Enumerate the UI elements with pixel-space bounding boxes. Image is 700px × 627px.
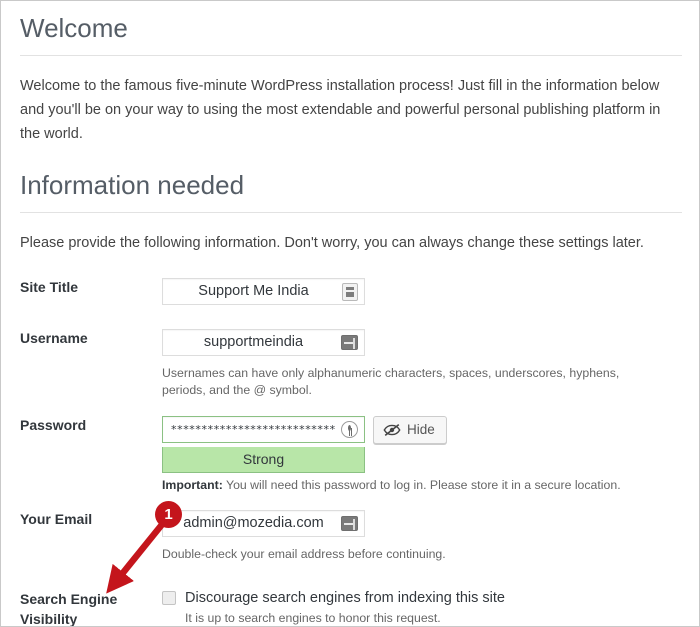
username-helper: Usernames can have only alphanumeric cha… — [162, 366, 620, 397]
form-row-password: Password **************************** St… — [20, 416, 682, 494]
password-strength-indicator: Strong — [162, 447, 365, 473]
email-label: Your Email — [20, 511, 93, 527]
site-title-input[interactable]: Support Me India — [162, 278, 365, 305]
password-field-group: **************************** Strong — [162, 416, 365, 473]
email-helper: Double-check your email address before c… — [162, 547, 446, 561]
username-input[interactable]: supportmeindia — [162, 329, 365, 356]
search-visibility-label: Search Engine Visibility — [20, 591, 118, 627]
form-row-spacer-1 — [20, 310, 682, 329]
username-value: supportmeindia — [203, 334, 304, 350]
form-row-spacer-4 — [20, 563, 682, 589]
password-helper-text: You will need this password to log in. P… — [222, 478, 621, 492]
autofill-doc-icon[interactable] — [342, 283, 358, 301]
hide-password-label: Hide — [407, 422, 435, 437]
eye-slash-icon — [383, 423, 401, 437]
form-row-spacer-3 — [20, 494, 682, 510]
site-title-value: Support Me India — [198, 283, 309, 299]
password-value: **************************** — [171, 423, 336, 436]
form-row-spacer-2 — [20, 399, 682, 416]
autofill-dots-icon[interactable] — [341, 335, 358, 350]
form-row-search-visibility: Search Engine Visibility Discourage sear… — [20, 589, 682, 627]
search-visibility-helper: It is up to search engines to honor this… — [185, 611, 441, 625]
email-input[interactable]: admin@mozedia.com — [162, 510, 365, 537]
setup-form: Site Title Support Me India Username sup… — [20, 278, 682, 627]
discourage-search-engines-label: Discourage search engines from indexing … — [185, 590, 505, 606]
wordpress-install-page: Welcome Welcome to the famous five-minut… — [0, 0, 700, 627]
password-helper: Important: You will need this password t… — [162, 477, 682, 494]
key-generate-icon[interactable] — [341, 421, 358, 438]
form-row-email: Your Email admin@mozedia.com Double-chec… — [20, 510, 682, 563]
hide-password-button[interactable]: Hide — [373, 416, 447, 444]
page-content: Welcome Welcome to the famous five-minut… — [20, 1, 682, 627]
password-controls: **************************** Strong Hide — [162, 416, 682, 473]
username-label: Username — [20, 330, 88, 346]
password-helper-strong: Important: — [162, 478, 223, 492]
discourage-search-engines-checkbox[interactable] — [162, 591, 176, 605]
password-input[interactable]: **************************** — [162, 416, 365, 443]
autofill-dots-icon[interactable] — [341, 516, 358, 531]
form-row-username: Username supportmeindia Usernames can ha… — [20, 329, 682, 399]
discourage-search-engines-row[interactable]: Discourage search engines from indexing … — [162, 589, 682, 607]
form-row-site-title: Site Title Support Me India — [20, 278, 682, 310]
welcome-paragraph: Welcome to the famous five-minute WordPr… — [20, 78, 661, 142]
email-value: admin@mozedia.com — [183, 515, 324, 531]
information-paragraph: Please provide the following information… — [20, 235, 644, 251]
information-needed-heading: Information needed — [20, 170, 245, 200]
welcome-heading: Welcome — [20, 13, 128, 43]
password-label: Password — [20, 417, 87, 433]
site-title-label: Site Title — [20, 279, 79, 295]
